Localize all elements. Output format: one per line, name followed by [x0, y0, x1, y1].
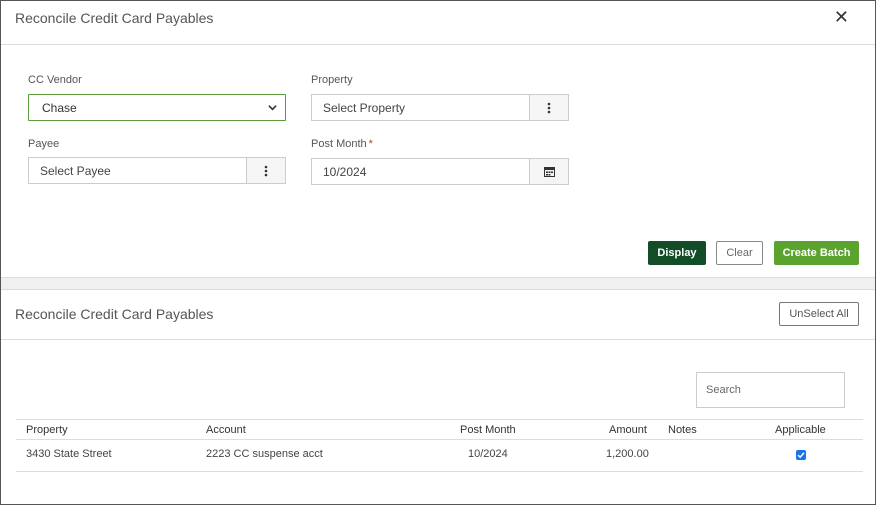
payee-picker[interactable]: Select Payee	[28, 157, 286, 184]
required-marker: *	[368, 138, 373, 150]
post-month-label-text: Post Month	[311, 138, 367, 150]
cc-vendor-value: Chase	[42, 101, 77, 115]
property-picker[interactable]: Select Property	[311, 94, 569, 121]
column-header-account[interactable]: Account	[206, 424, 246, 436]
chevron-down-icon	[268, 105, 277, 111]
checkmark-icon	[797, 452, 805, 459]
payee-value: Select Payee	[40, 164, 111, 178]
calendar-icon	[543, 167, 555, 177]
results-title: Reconcile Credit Card Payables	[15, 306, 214, 322]
cc-vendor-select[interactable]: Chase	[28, 94, 286, 121]
clear-button[interactable]: Clear	[716, 241, 763, 265]
calendar-button[interactable]	[529, 159, 568, 184]
applicable-checkbox[interactable]	[796, 450, 806, 460]
create-batch-button[interactable]: Create Batch	[774, 241, 859, 265]
payee-menu-button[interactable]	[246, 158, 285, 183]
table-row[interactable]: 3430 State Street 2223 CC suspense acct …	[16, 440, 863, 472]
search-input[interactable]	[696, 372, 845, 408]
property-value: Select Property	[323, 101, 406, 115]
property-label: Property	[311, 74, 353, 86]
cell-post-month: 10/2024	[468, 448, 508, 460]
column-header-post-month[interactable]: Post Month	[460, 424, 516, 436]
column-header-amount[interactable]: Amount	[609, 424, 647, 436]
property-menu-button[interactable]	[529, 95, 568, 120]
payee-label: Payee	[28, 138, 60, 150]
cell-property: 3430 State Street	[26, 448, 112, 460]
post-month-label: Post Month *	[311, 138, 373, 150]
modal-title: Reconcile Credit Card Payables	[15, 10, 214, 26]
kebab-icon	[264, 165, 268, 176]
close-icon[interactable]: ✕	[834, 8, 849, 26]
column-header-notes[interactable]: Notes	[668, 424, 697, 436]
column-header-applicable[interactable]: Applicable	[775, 424, 826, 436]
section-divider	[1, 277, 875, 290]
unselect-all-button[interactable]: UnSelect All	[779, 302, 859, 326]
display-button[interactable]: Display	[648, 241, 706, 265]
column-header-property[interactable]: Property	[26, 424, 68, 436]
cell-amount: 1,200.00	[606, 448, 649, 460]
kebab-icon	[547, 102, 551, 113]
results-divider	[1, 339, 875, 340]
cc-vendor-label: CC Vendor	[28, 74, 82, 86]
post-month-field[interactable]: 10/2024	[311, 158, 569, 185]
reconcile-modal: Reconcile Credit Card Payables ✕ CC Vend…	[0, 0, 876, 505]
modal-header: Reconcile Credit Card Payables ✕	[1, 1, 875, 45]
cell-account: 2223 CC suspense acct	[206, 448, 323, 460]
post-month-value: 10/2024	[323, 165, 367, 179]
table-header: Property Account Post Month Amount Notes…	[16, 419, 863, 440]
